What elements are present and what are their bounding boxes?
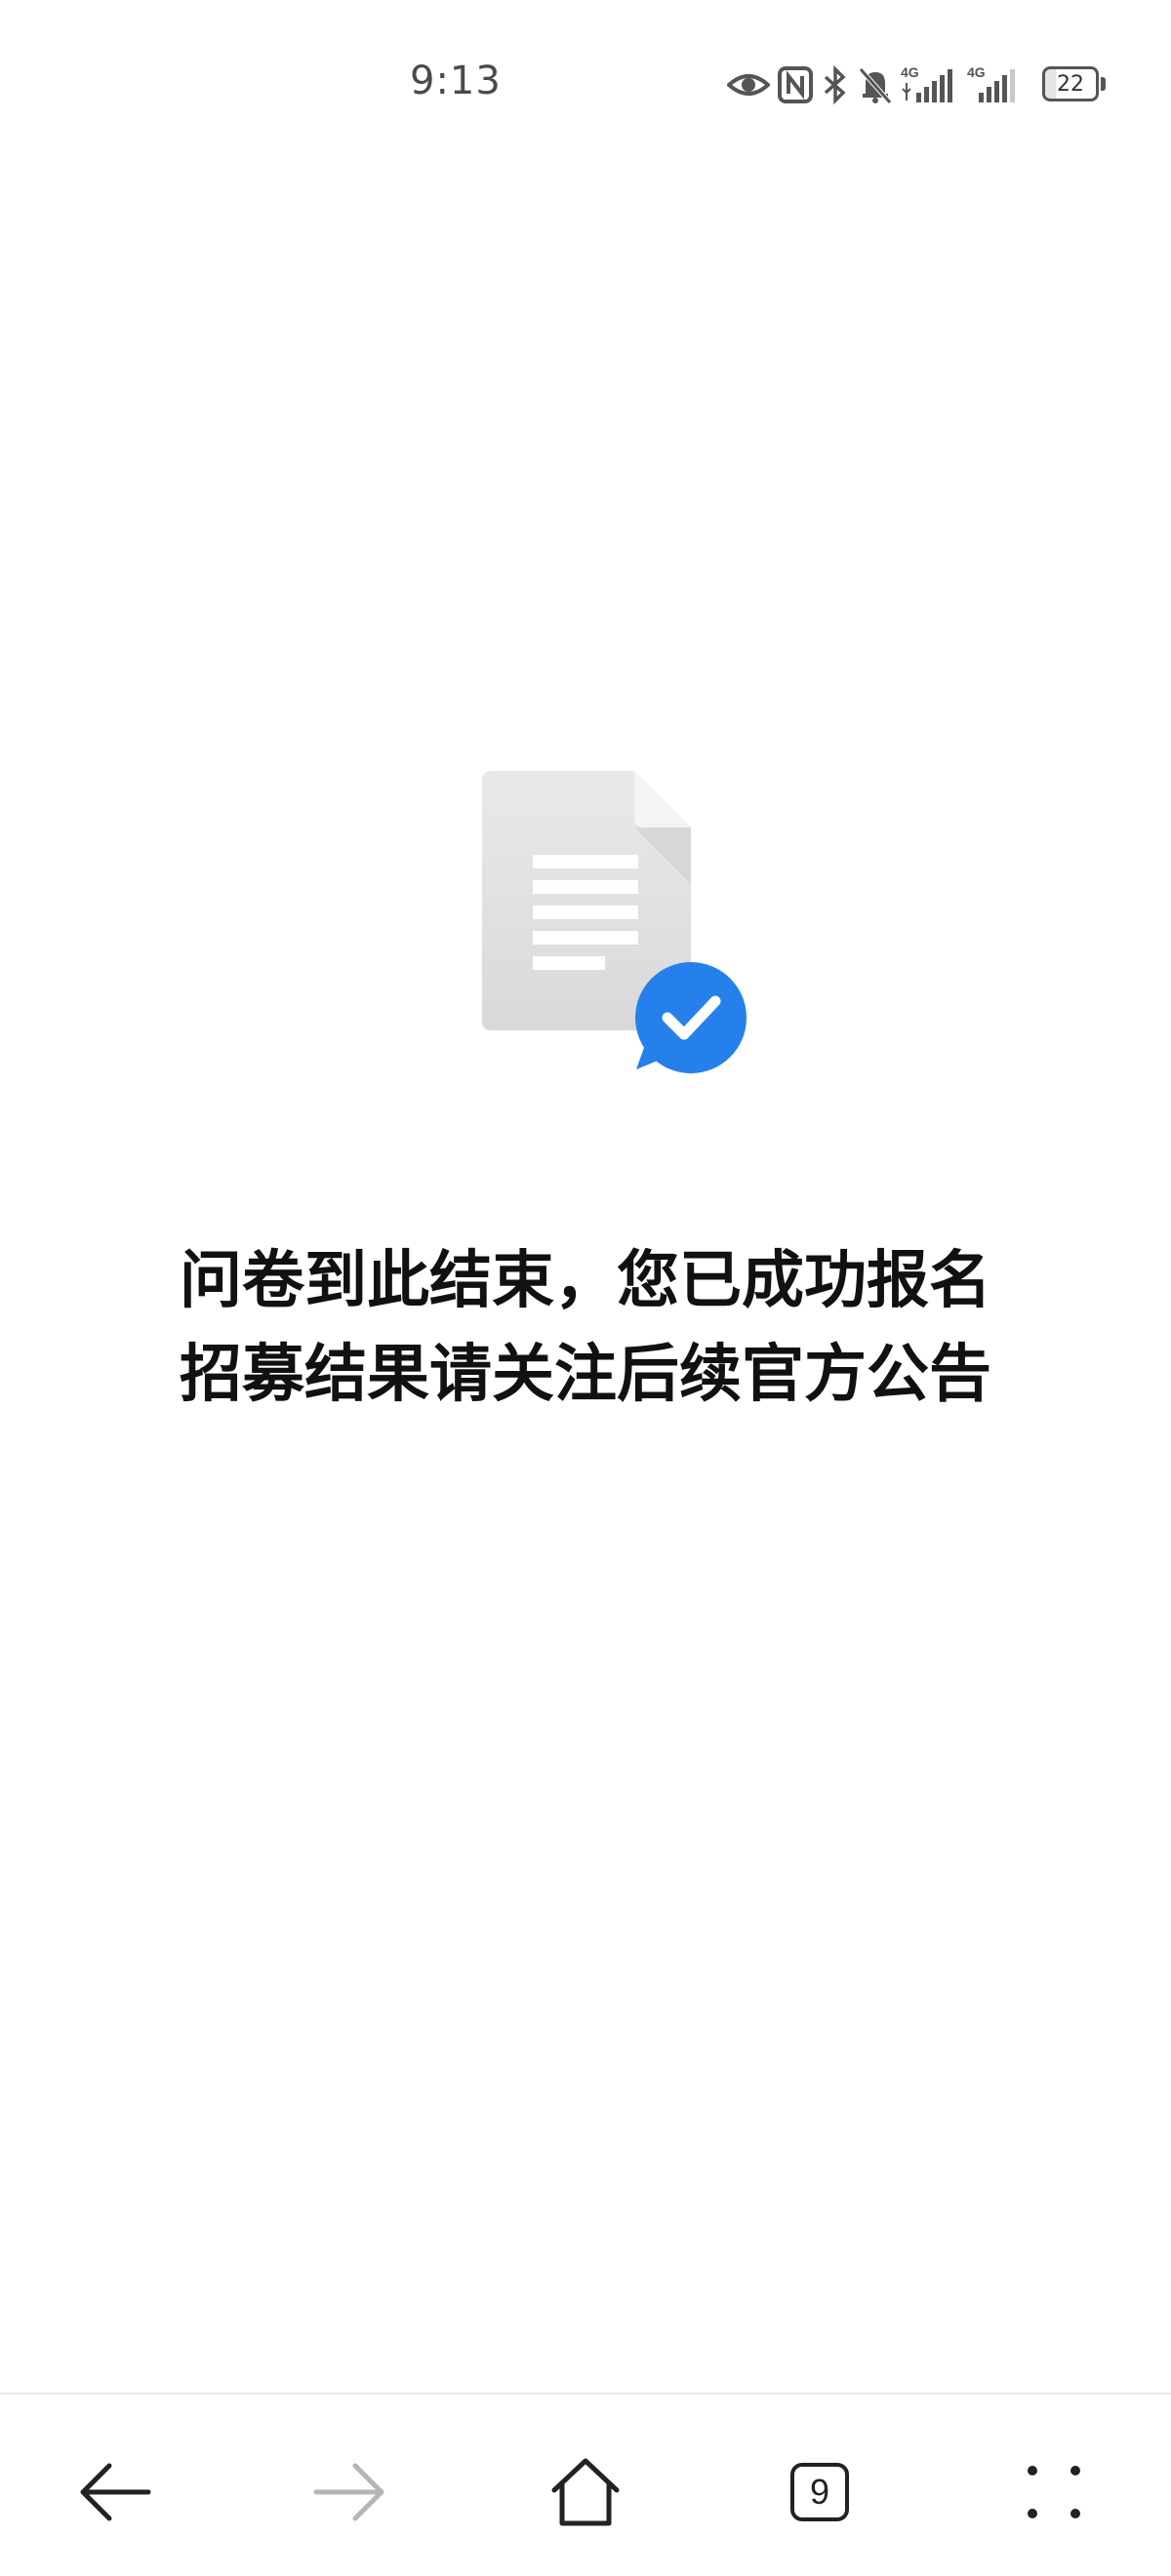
signal-4g-icon: 4G — [967, 64, 1015, 102]
browser-bottom-nav: 9 — [0, 2393, 1171, 2576]
status-icons: 4G 4G — [727, 60, 1024, 109]
status-bar: 9:13 4G 4G 22 — [0, 0, 1171, 172]
home-button[interactable] — [537, 2453, 634, 2531]
tab-count: 9 — [790, 2463, 849, 2521]
battery-level: 22 — [1057, 71, 1084, 97]
signal-4g-label: 4G — [967, 64, 986, 80]
signal-4g-icon: 4G — [901, 64, 952, 102]
tabs-button[interactable]: 9 — [771, 2453, 868, 2531]
forward-arrow-icon — [313, 2463, 384, 2521]
battery-indicator: 22 — [1042, 66, 1099, 101]
bluetooth-icon — [824, 65, 846, 104]
message-line-1: 问卷到此结束，您已成功报名 — [180, 1245, 991, 1317]
completion-message: 问卷到此结束，您已成功报名 招募结果请关注后续官方公告 — [98, 1234, 1073, 1422]
forward-button[interactable] — [301, 2453, 398, 2531]
status-time: 9:13 — [410, 59, 502, 103]
back-arrow-icon — [80, 2463, 151, 2521]
document-check-icon — [482, 771, 747, 1073]
nfc-icon — [778, 66, 813, 103]
eye-icon — [727, 74, 770, 96]
menu-dots-icon — [1028, 2466, 1080, 2518]
menu-button[interactable] — [1005, 2453, 1103, 2531]
battery-tip — [1101, 77, 1106, 91]
message-line-2: 招募结果请关注后续官方公告 — [180, 1339, 991, 1411]
bell-mute-icon — [859, 67, 892, 104]
home-icon — [551, 2458, 620, 2526]
back-button[interactable] — [66, 2453, 164, 2531]
screen: 9:13 4G 4G 22 问卷到此结束，您已成功报名 招募结果请关注后续官方公… — [0, 0, 1171, 2576]
signal-4g-label: 4G — [901, 64, 919, 80]
